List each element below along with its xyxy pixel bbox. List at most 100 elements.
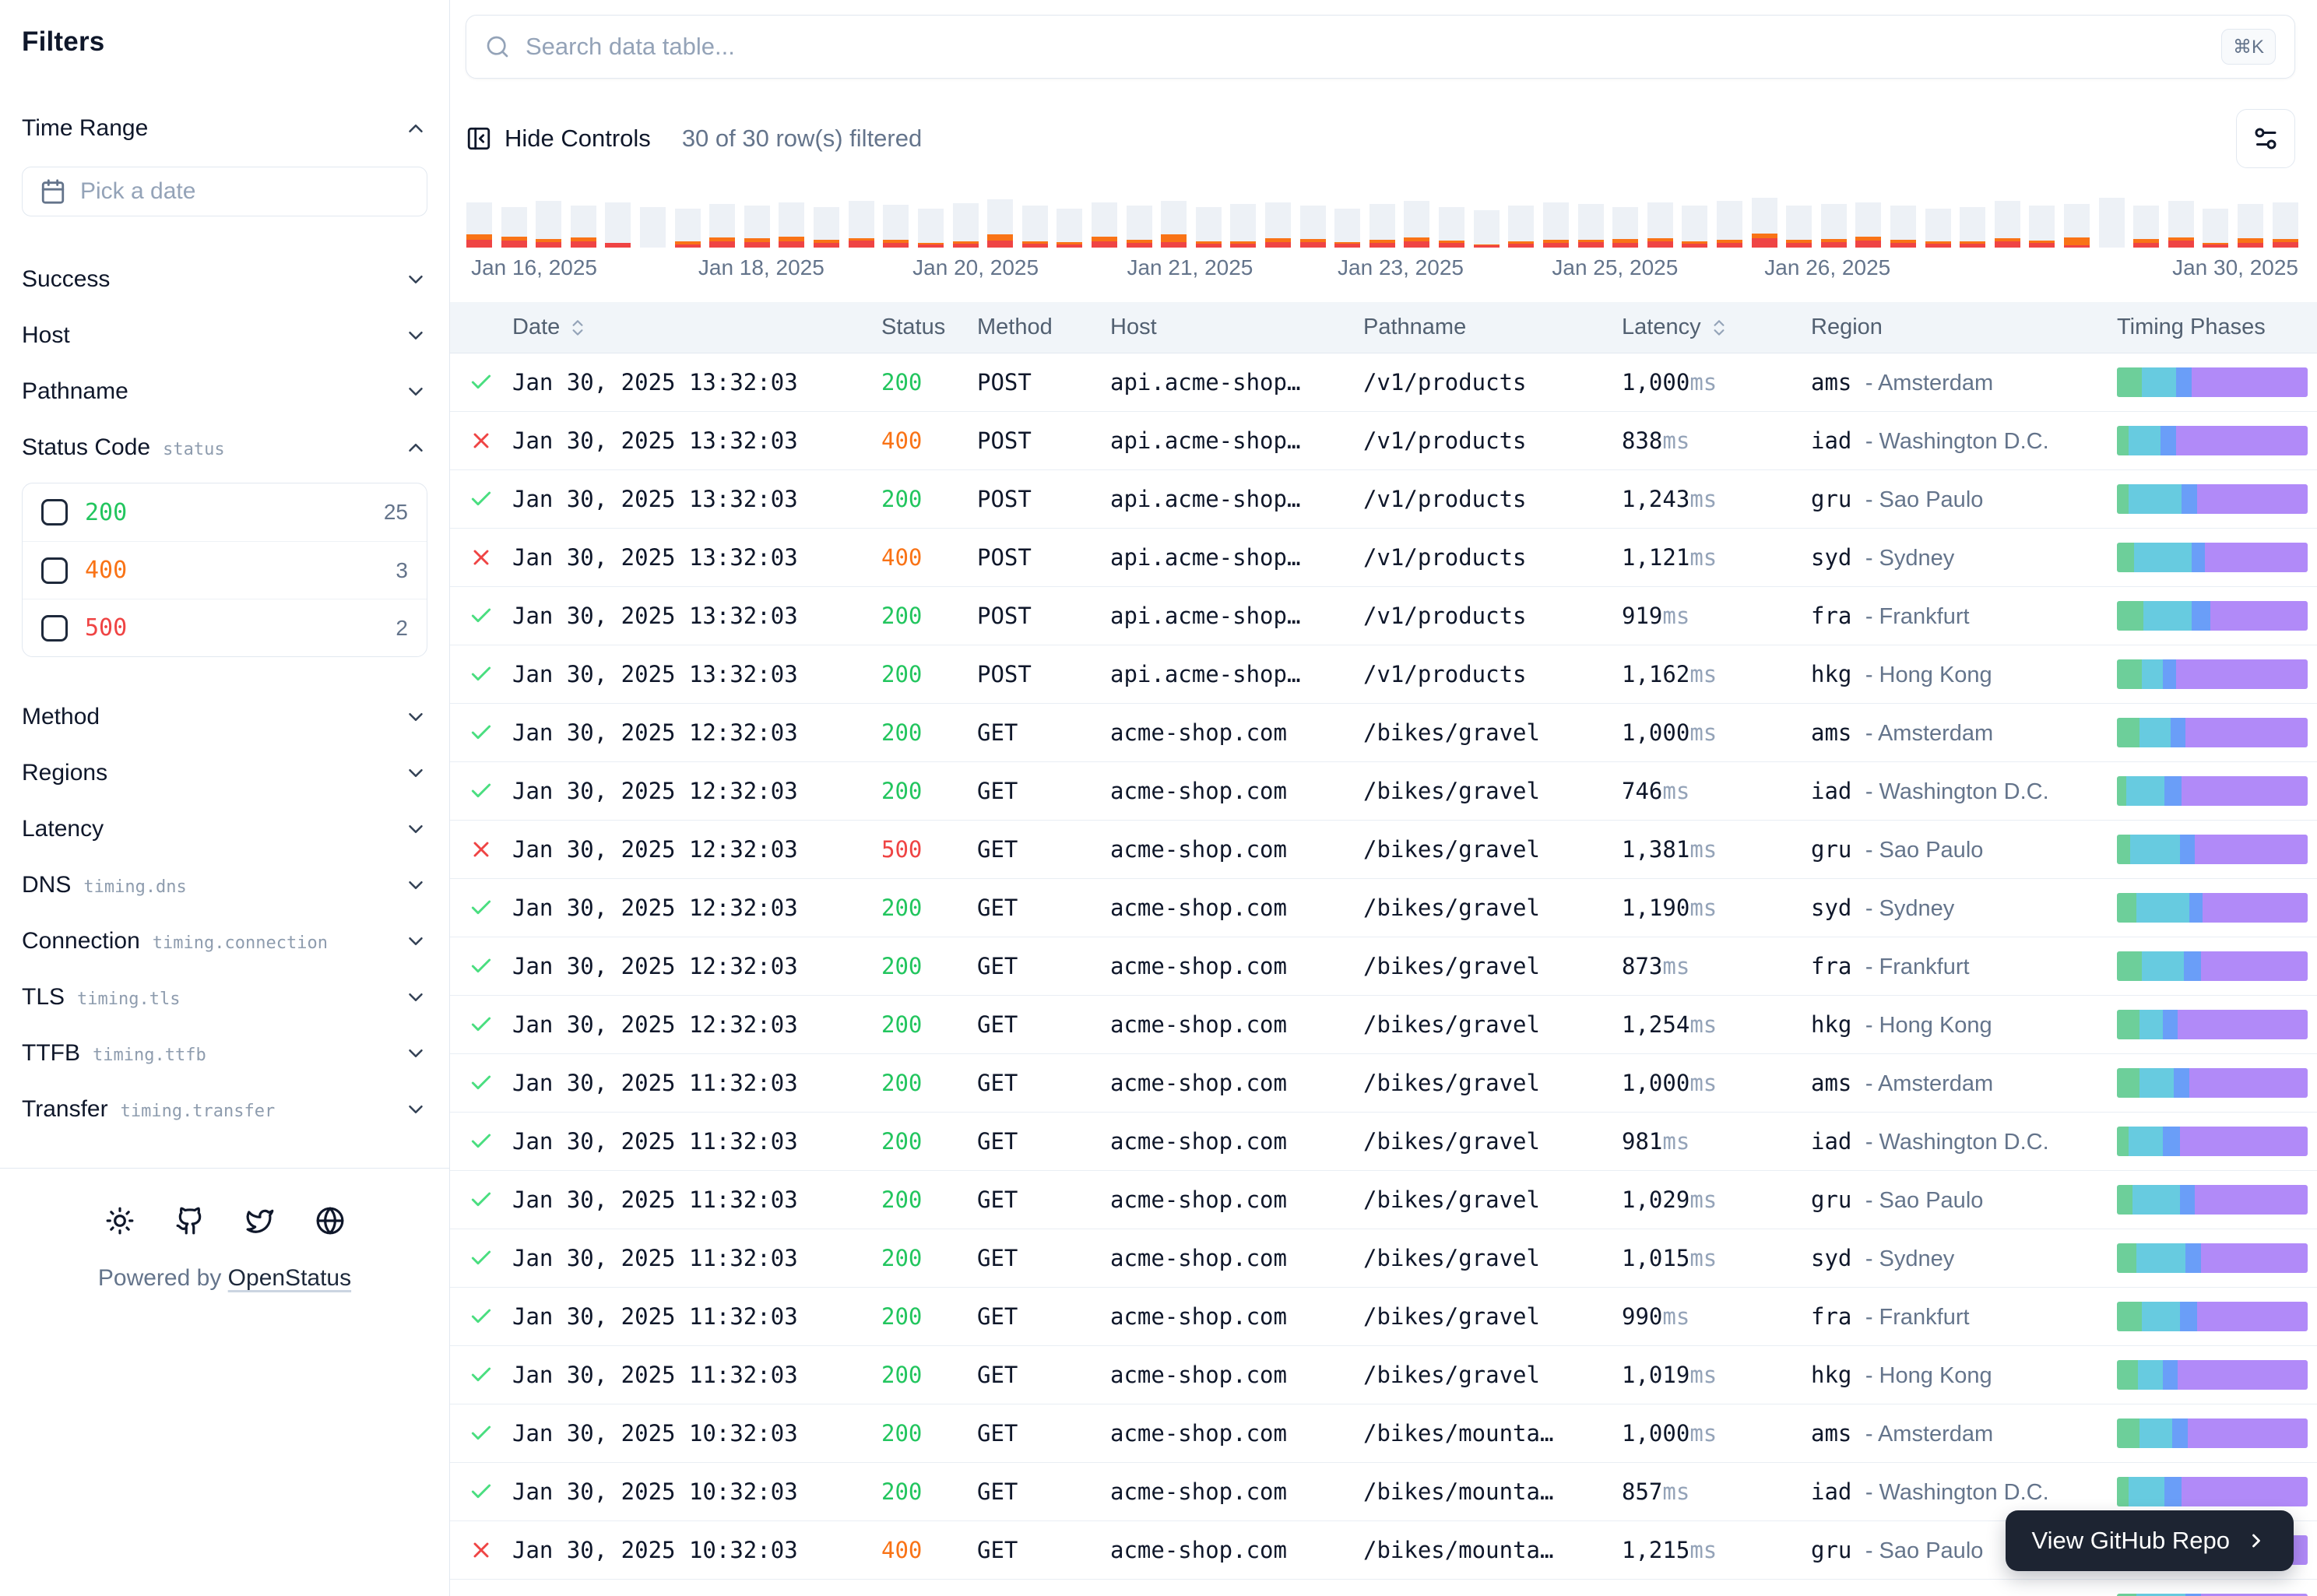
timeline-labels: Jan 16, 2025Jan 18, 2025Jan 20, 2025Jan …	[466, 252, 2298, 283]
chevron-down-icon	[404, 324, 427, 347]
status-option-400[interactable]: 400 3	[23, 541, 427, 599]
region-city: - Frankfurt	[1865, 954, 1970, 979]
timeline-bar	[675, 209, 701, 248]
table-row[interactable]: Jan 30, 2025 12:32:03 200 GET acme-shop.…	[450, 704, 2317, 762]
table-row[interactable]: Jan 30, 2025 11:32:03 200 GET acme-shop.…	[450, 1171, 2317, 1229]
table-row[interactable]: Jan 30, 2025 12:32:03 200 GET acme-shop.…	[450, 937, 2317, 996]
view-options-button[interactable]	[2236, 109, 2295, 168]
region-city: - Amsterdam	[1865, 721, 1993, 746]
table-row[interactable]: Jan 30, 2025 10:32:03 200 GET acme-shop.…	[450, 1404, 2317, 1463]
timeline-chart[interactable]	[466, 195, 2298, 248]
section-pathname[interactable]: Pathname	[22, 366, 427, 417]
section-latency[interactable]: Latency	[22, 803, 427, 855]
phase-segment	[2192, 601, 2211, 631]
cell-host: api.acme-shop…	[1110, 603, 1363, 629]
table-header: Date Status Method Host Pathname Latency…	[450, 302, 2317, 353]
table-row[interactable]: Jan 30, 2025 12:32:03 200 GET acme-shop.…	[450, 996, 2317, 1054]
region-city: - Sydney	[1865, 1246, 1954, 1271]
table-row[interactable]: Jan 30, 2025 13:32:03 200 POST api.acme-…	[450, 470, 2317, 529]
github-link[interactable]	[175, 1206, 205, 1236]
checkbox[interactable]	[41, 615, 68, 642]
timeline-date-label: Jan 26, 2025	[1764, 255, 1890, 280]
phase-segment	[2139, 1010, 2162, 1039]
search-input[interactable]	[526, 33, 2206, 61]
checkbox[interactable]	[41, 499, 68, 526]
phase-segment	[2134, 543, 2192, 572]
region-city: - Sao Paulo	[1865, 487, 1984, 512]
header-latency[interactable]: Latency	[1622, 315, 1811, 340]
table-row[interactable]: Jan 30, 2025 12:32:03 500 GET acme-shop.…	[450, 821, 2317, 879]
timeline-bar	[1543, 202, 1569, 248]
section-status-code[interactable]: Status Code status	[22, 422, 427, 473]
openstatus-link[interactable]: OpenStatus	[228, 1265, 351, 1291]
table-row[interactable]: Jan 30, 2025 11:32:03 200 GET acme-shop.…	[450, 1054, 2317, 1113]
table-row[interactable]: Jan 30, 2025 11:32:03 200 GET acme-shop.…	[450, 1346, 2317, 1404]
status-option-500[interactable]: 500 2	[23, 599, 427, 656]
phase-segment	[2184, 951, 2201, 981]
status-option-200[interactable]: 200 25	[23, 483, 427, 541]
phase-segment	[2117, 1418, 2139, 1448]
table-row[interactable]: Jan 30, 2025 12:32:03 200 GET acme-shop.…	[450, 762, 2317, 821]
region-city: - Washington D.C.	[1865, 429, 2049, 454]
cell-date: Jan 30, 2025 12:32:03	[512, 953, 881, 979]
date-picker-input[interactable]: Pick a date	[22, 167, 427, 216]
table-row[interactable]: Jan 30, 2025 11:32:03 200 GET acme-shop.…	[450, 1288, 2317, 1346]
table-row[interactable]: Jan 30, 2025 12:32:03 200 GET acme-shop.…	[450, 879, 2317, 937]
table-row[interactable]: Jan 30, 2025 13:32:03 200 POST api.acme-…	[450, 645, 2317, 704]
latency-unit: ms	[1689, 1186, 1717, 1213]
latency-unit: ms	[1689, 486, 1717, 512]
timeline-bar	[1334, 209, 1360, 248]
section-success[interactable]: Success	[22, 254, 427, 305]
success-check-icon	[469, 1187, 494, 1212]
website-link[interactable]	[315, 1206, 345, 1236]
latency-value: 990	[1622, 1303, 1662, 1330]
phase-segment	[2129, 426, 2161, 455]
timing-phases-bar	[2117, 1360, 2308, 1390]
view-github-repo-button[interactable]: View GitHub Repo	[2006, 1510, 2294, 1571]
section-dns[interactable]: DNStiming.dns	[22, 860, 427, 911]
header-date[interactable]: Date	[512, 315, 881, 340]
section-host[interactable]: Host	[22, 310, 427, 361]
region-city: - Hong Kong	[1865, 1013, 1992, 1038]
powered-by: Powered by OpenStatus	[0, 1265, 449, 1292]
cell-status: 400	[881, 427, 977, 454]
twitter-icon	[245, 1206, 275, 1236]
timeline-bar	[1057, 209, 1082, 248]
theme-toggle-button[interactable]	[105, 1206, 135, 1236]
phase-segment	[2185, 718, 2308, 747]
twitter-link[interactable]	[245, 1206, 275, 1236]
phase-segment	[2201, 951, 2308, 981]
section-method[interactable]: Method	[22, 691, 427, 743]
table-row[interactable]: Jan 30, 2025 11:32:03 200 GET acme-shop.…	[450, 1229, 2317, 1288]
table-row[interactable]: Jan 30, 2025 11:32:03 200 GET acme-shop.…	[450, 1113, 2317, 1171]
section-tls[interactable]: TLStiming.tls	[22, 972, 427, 1023]
section-ttfb[interactable]: TTFBtiming.ttfb	[22, 1028, 427, 1079]
latency-value: 981	[1622, 1128, 1662, 1155]
cell-pathname: /bikes/gravel	[1363, 1245, 1622, 1271]
section-transfer[interactable]: Transfertiming.transfer	[22, 1084, 427, 1135]
timing-phases-bar	[2117, 1127, 2308, 1156]
section-regions[interactable]: Regions	[22, 747, 427, 799]
region-code: fra	[1811, 603, 1865, 629]
section-connection[interactable]: Connectiontiming.connection	[22, 916, 427, 967]
table-row[interactable]: Jan 30, 2025 13:32:03 400 POST api.acme-…	[450, 529, 2317, 587]
table-row[interactable]: Jan 30, 2025 13:32:03 400 POST api.acme-…	[450, 412, 2317, 470]
hide-controls-button[interactable]: Hide Controls	[466, 125, 651, 153]
table-row[interactable]: Jan 30, 2025 10:32:03 200 GET acme-shop.…	[450, 1580, 2317, 1596]
success-check-icon	[469, 779, 494, 803]
section-time-range[interactable]: Time Range	[22, 103, 427, 154]
latency-unit: ms	[1689, 661, 1717, 687]
table-row[interactable]: Jan 30, 2025 13:32:03 200 POST api.acme-…	[450, 587, 2317, 645]
timeline-bar	[1300, 206, 1326, 248]
timeline-bar	[953, 203, 979, 248]
region-code: syd	[1811, 895, 1865, 921]
error-x-icon	[469, 837, 494, 862]
checkbox[interactable]	[41, 557, 68, 584]
success-check-icon	[469, 1304, 494, 1329]
cell-method: GET	[977, 1303, 1110, 1330]
timing-phases-bar	[2117, 1477, 2308, 1506]
phase-segment	[2117, 659, 2142, 689]
table-row[interactable]: Jan 30, 2025 13:32:03 200 POST api.acme-…	[450, 353, 2317, 412]
cell-method: GET	[977, 719, 1110, 746]
latency-value: 873	[1622, 953, 1662, 979]
